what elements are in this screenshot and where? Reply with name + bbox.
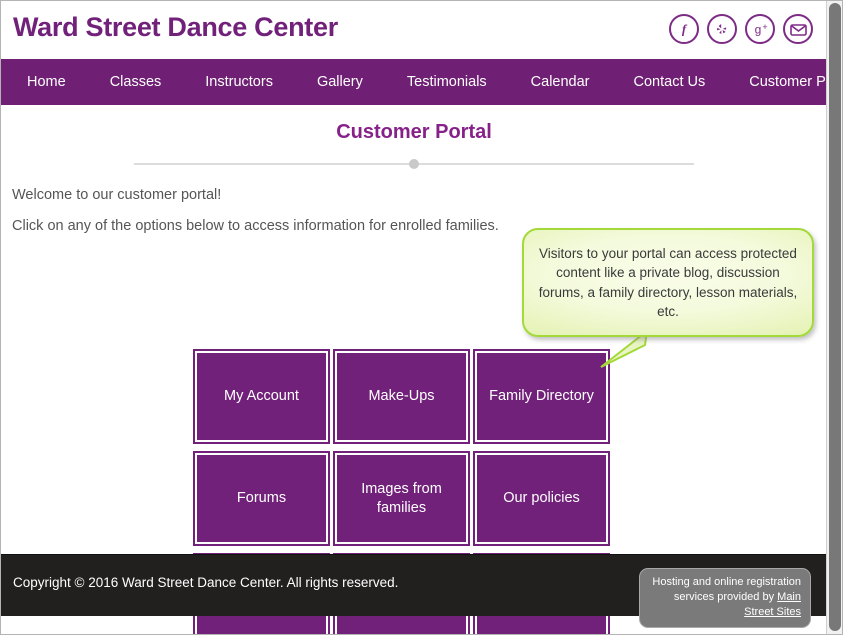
copyright-text: Copyright © 2016 Ward Street Dance Cente… — [13, 575, 398, 590]
tile-my-account[interactable]: My Account — [193, 349, 330, 444]
svg-text:+: + — [762, 22, 767, 32]
page-title: Customer Portal — [1, 105, 827, 144]
yelp-icon[interactable] — [707, 14, 737, 44]
hosting-badge: Hosting and online registration services… — [639, 568, 811, 628]
nav-item-contact-us[interactable]: Contact Us — [612, 59, 728, 105]
nav-item-home[interactable]: Home — [5, 59, 88, 105]
site-header: Ward Street Dance Center f — [1, 1, 827, 59]
divider-dot — [409, 159, 419, 169]
nav-item-calendar[interactable]: Calendar — [509, 59, 612, 105]
facebook-icon[interactable]: f — [669, 14, 699, 44]
site-footer: Copyright © 2016 Ward Street Dance Cente… — [1, 554, 827, 616]
main-content: Customer Portal Welcome to our customer … — [1, 105, 827, 554]
nav-item-instructors[interactable]: Instructors — [183, 59, 295, 105]
nav-item-gallery[interactable]: Gallery — [295, 59, 385, 105]
svg-text:g: g — [755, 23, 762, 37]
nav-item-testimonials[interactable]: Testimonials — [385, 59, 509, 105]
vertical-scrollbar[interactable] — [826, 1, 842, 634]
nav-item-customer-portal[interactable]: Customer Portal — [727, 59, 827, 105]
nav-item-classes[interactable]: Classes — [88, 59, 184, 105]
site-title: Ward Street Dance Center — [13, 12, 338, 43]
section-divider — [134, 158, 694, 170]
instruction-text: Click on any of the options below to acc… — [12, 218, 499, 234]
tile-our-policies[interactable]: Our policies — [473, 451, 610, 546]
social-icon-group: f g — [669, 14, 813, 44]
main-navigation: Home Classes Instructors Gallery Testimo… — [1, 59, 827, 105]
browser-window-frame: Ward Street Dance Center f — [0, 0, 843, 635]
callout-text: Visitors to your portal can access prote… — [524, 244, 812, 321]
callout-tooltip: Visitors to your portal can access prote… — [522, 228, 814, 337]
scrollbar-thumb[interactable] — [829, 3, 841, 631]
tile-family-directory[interactable]: Family Directory — [473, 349, 610, 444]
google-plus-icon[interactable]: g + — [745, 14, 775, 44]
email-icon[interactable] — [783, 14, 813, 44]
page-viewport: Ward Street Dance Center f — [1, 1, 827, 634]
welcome-text: Welcome to our customer portal! — [12, 187, 221, 203]
tile-forums[interactable]: Forums — [193, 451, 330, 546]
tile-make-ups[interactable]: Make-Ups — [333, 349, 470, 444]
tile-images-from-families[interactable]: Images from families — [333, 451, 470, 546]
svg-text:f: f — [682, 22, 688, 37]
